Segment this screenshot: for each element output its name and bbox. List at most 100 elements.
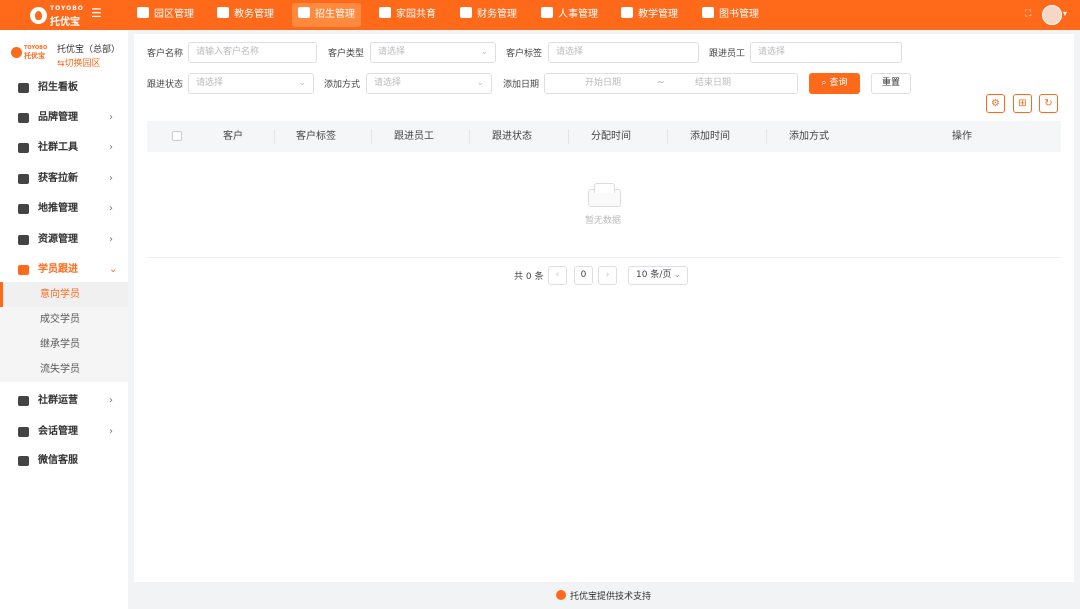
column-header-follow-staff: 跟进员工 <box>394 131 434 142</box>
customer-name-placeholder: 请输入客户名称 <box>196 47 260 57</box>
sidebar-item-label: 资源管理 <box>38 234 78 245</box>
teaching-icon <box>621 7 633 18</box>
end-date-placeholder: 结束日期 <box>695 78 732 88</box>
wechat-service-icon <box>18 456 29 466</box>
submenu-label: 继承学员 <box>40 339 80 350</box>
user-avatar-icon[interactable] <box>1042 5 1062 25</box>
sidebar-item-community[interactable]: 社群工具 › <box>0 133 128 163</box>
column-header-add-method: 添加方式 <box>789 131 829 142</box>
nav-campus-label: 园区管理 <box>154 9 194 20</box>
sidebar-item-chat[interactable]: 会话管理 › <box>0 417 128 447</box>
chevron-down-icon: ⌄ <box>476 78 484 88</box>
sidebar-item-dashboard[interactable]: 招生看板 <box>0 73 128 103</box>
sidebar-item-label: 社群工具 <box>38 142 78 153</box>
column-header-actions: 操作 <box>952 131 972 142</box>
nav-home-school[interactable]: 家园共育 <box>373 3 442 27</box>
switch-campus-link[interactable]: ⇆切换园区 <box>57 56 101 69</box>
promotion-icon <box>18 204 29 214</box>
nav-hr[interactable]: 人事管理 <box>535 3 604 27</box>
footer-text: 托优宝提供技术支持 <box>570 592 652 602</box>
chevron-down-icon: ⌄ <box>480 47 488 57</box>
start-date-placeholder: 开始日期 <box>585 78 622 88</box>
page-size-select[interactable]: 10 条/页 ⌄ <box>628 266 688 285</box>
add-method-select[interactable]: 请选择 ⌄ <box>366 73 492 94</box>
finance-icon <box>460 7 472 18</box>
sidebar-item-student-follow[interactable]: 学员跟进 ⌄ <box>0 255 128 285</box>
sidebar-item-wechat-service[interactable]: 微信客服 <box>0 446 128 476</box>
submenu-label: 意向学员 <box>40 289 80 300</box>
campus-icon <box>137 7 149 18</box>
student-follow-icon <box>18 265 29 275</box>
page-size-value: 10 条/页 <box>636 270 672 280</box>
home-school-icon <box>379 7 391 18</box>
chevron-down-icon: ⌄ <box>298 78 306 88</box>
add-date-label: 添加日期 <box>503 80 540 90</box>
nav-finance[interactable]: 财务管理 <box>454 3 523 27</box>
refresh-icon[interactable]: ↻ <box>1039 94 1058 113</box>
submenu-label: 流失学员 <box>40 364 80 375</box>
customer-tag-select[interactable]: 请选择 <box>548 42 699 63</box>
menu-fold-icon[interactable]: ☰ <box>91 6 102 20</box>
next-page-button[interactable]: › <box>598 266 617 285</box>
customer-tag-placeholder: 请选择 <box>556 47 584 57</box>
nav-finance-label: 财务管理 <box>477 9 517 20</box>
reset-button[interactable]: 重置 <box>871 73 911 94</box>
nav-library[interactable]: 图书管理 <box>696 3 765 27</box>
chevron-right-icon: › <box>109 112 113 123</box>
submenu-lost-students[interactable]: 流失学员 <box>0 357 128 382</box>
logo-mark-icon <box>30 7 47 24</box>
logo-text-en: TOYOBO <box>50 5 84 12</box>
add-method-label: 添加方式 <box>324 80 361 90</box>
switch-icon: ⇆ <box>57 59 65 69</box>
nav-academic-label: 教务管理 <box>234 9 274 20</box>
customer-type-placeholder: 请选择 <box>378 47 406 57</box>
nav-academic[interactable]: 教务管理 <box>211 3 280 27</box>
org-logo-cn: 托优宝 <box>24 52 45 60</box>
submenu-intended-students[interactable]: 意向学员 <box>0 282 128 307</box>
sidebar-item-promotion[interactable]: 地推管理 › <box>0 194 128 224</box>
community-icon <box>18 143 29 153</box>
submenu-closed-students[interactable]: 成交学员 <box>0 307 128 332</box>
app-logo[interactable]: TOYOBO 托优宝 <box>30 5 86 28</box>
empty-state-text: 暂无数据 <box>585 216 622 226</box>
sidebar-item-brand[interactable]: 品牌管理 › <box>0 103 128 133</box>
sidebar-item-community-ops[interactable]: 社群运营 › <box>0 386 128 416</box>
academic-icon <box>217 7 229 18</box>
sidebar-item-label: 微信客服 <box>38 455 78 466</box>
sidebar-item-resource[interactable]: 资源管理 › <box>0 225 128 255</box>
chevron-left-icon: ‹ <box>555 270 560 280</box>
sidebar-item-label: 获客拉新 <box>38 173 78 184</box>
chevron-down-icon[interactable]: ▾ <box>1063 9 1067 18</box>
follow-staff-select[interactable]: 请选择 <box>750 42 902 63</box>
org-name: 托优宝（总部） <box>57 45 121 55</box>
nav-enrollment[interactable]: 招生管理 <box>292 3 361 27</box>
nav-campus[interactable]: 园区管理 <box>131 3 200 27</box>
fullscreen-icon[interactable]: ⛶ <box>1025 9 1031 19</box>
customer-name-input[interactable]: 请输入客户名称 <box>188 42 317 63</box>
customer-name-label: 客户名称 <box>147 49 184 59</box>
select-all-checkbox[interactable] <box>172 131 182 141</box>
page-number-button[interactable]: 0 <box>574 266 593 285</box>
submenu-inherited-students[interactable]: 继承学员 <box>0 332 128 357</box>
customer-type-select[interactable]: 请选择 ⌄ <box>370 42 496 63</box>
add-date-range-picker[interactable]: 开始日期 ~ 结束日期 <box>544 73 798 94</box>
grid-icon[interactable]: ⊞ <box>1013 94 1032 113</box>
follow-status-placeholder: 请选择 <box>196 78 224 88</box>
org-logo-mark-icon <box>11 47 22 58</box>
query-button-label: 查询 <box>829 78 848 88</box>
library-icon <box>702 7 714 18</box>
prev-page-button[interactable]: ‹ <box>548 266 567 285</box>
nav-hr-label: 人事管理 <box>558 9 598 20</box>
sidebar-item-label: 地推管理 <box>38 203 78 214</box>
follow-status-label: 跟进状态 <box>147 80 184 90</box>
follow-staff-label: 跟进员工 <box>709 49 746 59</box>
acquire-icon <box>18 174 29 184</box>
sidebar-item-label: 会话管理 <box>38 426 78 437</box>
community-ops-icon <box>18 396 29 406</box>
follow-status-select[interactable]: 请选择 ⌄ <box>188 73 314 94</box>
nav-teaching[interactable]: 教学管理 <box>615 3 684 27</box>
settings-icon[interactable]: ⚙ <box>986 94 1005 113</box>
query-button[interactable]: ⌕ 查询 <box>809 73 860 94</box>
column-header-assign-time: 分配时间 <box>591 131 631 142</box>
sidebar-item-acquire[interactable]: 获客拉新 › <box>0 164 128 194</box>
